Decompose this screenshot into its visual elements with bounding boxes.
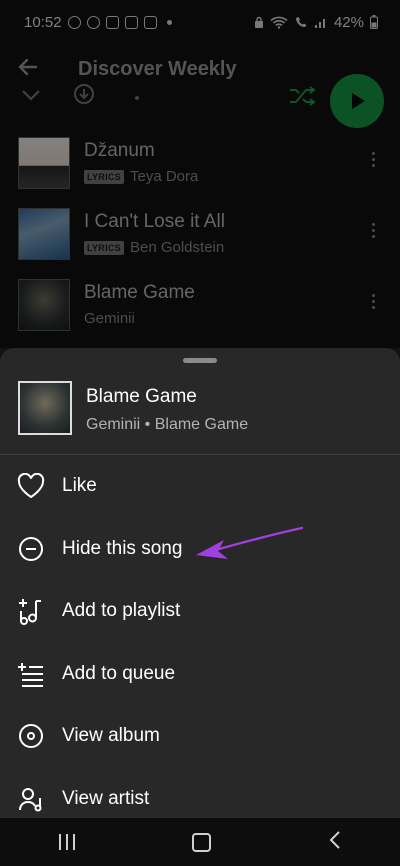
add-to-queue-icon — [17, 660, 45, 688]
sheet-track-subtitle: Geminii • Blame Game — [86, 416, 249, 433]
minus-circle-icon — [17, 535, 45, 563]
chevron-left-icon — [329, 830, 340, 849]
sheet-drag-handle[interactable] — [183, 358, 217, 363]
sheet-track-title: Blame Game — [86, 386, 197, 407]
menu-item-label: View album — [62, 725, 160, 746]
add-to-playlist-icon — [17, 597, 45, 625]
sheet-track-header: Blame Game Geminii • Blame Game — [0, 378, 400, 452]
menu-item-label: Hide this song — [62, 538, 183, 559]
menu-item-add-to-queue[interactable]: Add to queue — [0, 646, 400, 702]
artist-icon — [17, 785, 45, 813]
dim-overlay[interactable] — [0, 0, 400, 348]
track-options-sheet: Blame Game Geminii • Blame Game Like Hid… — [0, 348, 400, 818]
menu-item-label: View artist — [62, 788, 150, 809]
system-back-button[interactable] — [328, 830, 342, 855]
menu-item-label: Add to playlist — [62, 600, 181, 621]
album-icon — [17, 722, 45, 750]
album-cover — [18, 381, 72, 435]
menu-item-view-album[interactable]: View album — [0, 708, 400, 764]
divider — [0, 454, 400, 455]
recents-button[interactable] — [58, 834, 75, 850]
system-navigation-bar — [0, 818, 400, 866]
home-button[interactable] — [191, 832, 211, 852]
menu-item-add-to-playlist[interactable]: Add to playlist — [0, 583, 400, 639]
heart-icon — [17, 472, 45, 500]
menu-item-like[interactable]: Like — [0, 458, 400, 514]
menu-item-label: Like — [62, 475, 97, 496]
annotation-arrow-icon — [196, 526, 304, 559]
menu-item-label: Add to queue — [62, 663, 176, 684]
